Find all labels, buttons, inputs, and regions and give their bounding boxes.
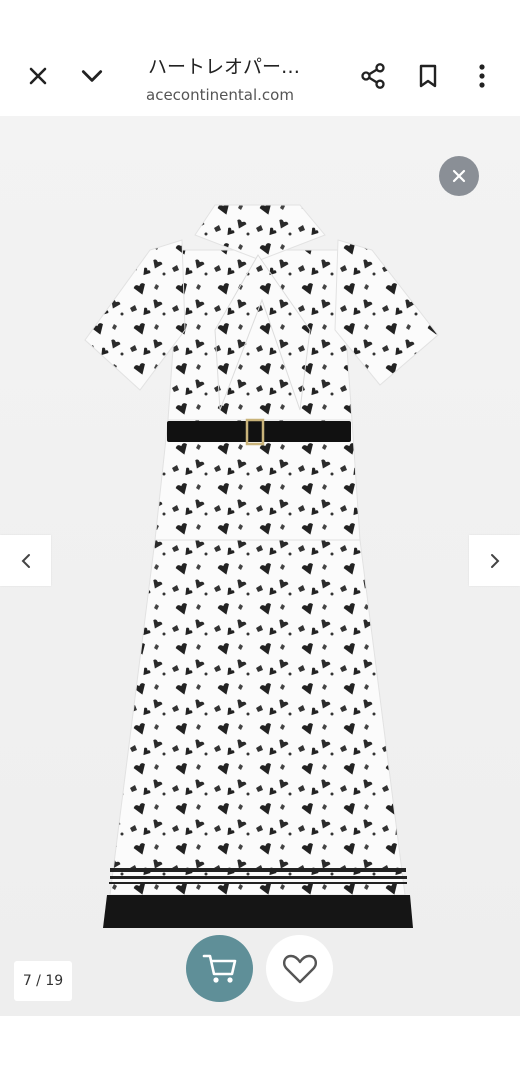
image-counter: 7 / 19 xyxy=(14,961,72,1001)
add-to-cart-button[interactable] xyxy=(186,935,253,1002)
close-viewer-button[interactable] xyxy=(439,156,479,196)
close-icon xyxy=(452,169,466,183)
more-vert-icon[interactable] xyxy=(462,56,502,96)
share-icon[interactable] xyxy=(353,56,393,96)
close-icon[interactable] xyxy=(18,56,58,96)
previous-image-button[interactable] xyxy=(0,535,51,586)
heart-icon xyxy=(282,954,317,983)
chevron-left-icon xyxy=(21,553,30,568)
chevron-right-icon xyxy=(490,553,499,568)
page-url: acecontinental.com xyxy=(146,86,294,104)
next-image-button[interactable] xyxy=(469,535,520,586)
bottom-area xyxy=(0,1016,520,1080)
page-title: ハートレオパー… xyxy=(148,56,301,78)
bookmark-icon[interactable] xyxy=(408,56,448,96)
cart-icon xyxy=(202,954,236,983)
chevron-down-icon[interactable] xyxy=(72,56,112,96)
image-viewer[interactable]: 7 / 19 xyxy=(0,116,520,1016)
favorite-button[interactable] xyxy=(266,935,333,1002)
product-image xyxy=(84,204,439,928)
top-bar: ハートレオパー… acecontinental.com xyxy=(0,0,520,117)
